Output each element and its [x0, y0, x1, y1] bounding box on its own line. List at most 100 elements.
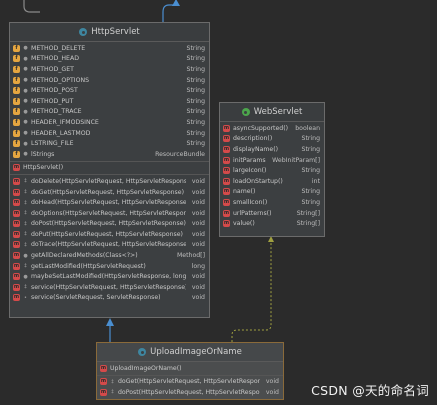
lock-icon: ● — [23, 45, 28, 52]
lock-icon: ● — [23, 66, 28, 73]
method-icon: m — [223, 209, 230, 217]
method-icon: m — [13, 177, 20, 185]
field-row[interactable]: f ● HEADER_LASTMOD String — [10, 128, 209, 139]
method-icon: m — [13, 241, 20, 249]
method-row[interactable]: m ‡ doPost(HttpServletRequest, HttpServlet… — [97, 387, 283, 398]
method-row[interactable]: m ● getAllDeclaredMethods(Class<?>) Method[… — [10, 250, 209, 261]
method-icon: m — [13, 273, 20, 281]
watermark: CSDN @天的命名词 — [311, 383, 429, 398]
method-icon: m — [13, 188, 20, 196]
private-icon: ● — [23, 252, 28, 259]
class-icon — [138, 348, 147, 356]
method-row[interactable]: m value() String[] — [220, 218, 324, 229]
method-row[interactable]: m ‡ doPut(HttpServletRequest, HttpServletR… — [10, 229, 209, 240]
protected-icon: ‡ — [24, 210, 27, 217]
protected-icon: ‡ — [24, 284, 27, 291]
method-row[interactable]: m ‡ service(HttpServletRequest, HttpServle… — [10, 282, 209, 293]
uploadimage-header: UploadImageOrName — [97, 343, 283, 362]
field-icon: f — [13, 129, 20, 137]
field-row[interactable]: f ● LSTRING_FILE String — [10, 138, 209, 149]
method-icon: m — [223, 156, 230, 164]
method-row[interactable]: m ‡ getLastModified(HttpServletRequest) lon… — [10, 261, 209, 272]
method-row[interactable]: m description() String — [220, 134, 324, 145]
method-icon: m — [223, 220, 230, 228]
method-row[interactable]: m ‡ doHead(HttpServletRequest, HttpServlet… — [10, 197, 209, 208]
protected-icon: ‡ — [111, 378, 114, 385]
method-row[interactable]: m displayName() String — [220, 144, 324, 155]
field-row[interactable]: f ● lStrings ResourceBundle — [10, 149, 209, 160]
private-icon: ● — [23, 273, 28, 280]
field-row[interactable]: f ● METHOD_TRACE String — [10, 107, 209, 118]
field-row[interactable]: f ● METHOD_DELETE String — [10, 43, 209, 54]
annotation-dependency-line — [231, 238, 272, 342]
httpservlet-constructors: m HttpServlet() — [10, 162, 209, 176]
protected-icon: ‡ — [24, 220, 27, 227]
method-icon: m — [13, 220, 20, 228]
method-row[interactable]: m ‡ doGet(HttpServletRequest, HttpServletR… — [10, 187, 209, 198]
field-row[interactable]: f ● METHOD_GET String — [10, 64, 209, 75]
field-row[interactable]: f ● METHOD_PUT String — [10, 96, 209, 107]
extends-arrowhead — [106, 318, 114, 326]
method-row[interactable]: m urlPatterns() String[] — [220, 208, 324, 219]
annotation-icon — [241, 108, 250, 116]
httpservlet-fields: f ● METHOD_DELETE String f ● METHOD_HEAD Strin… — [10, 42, 209, 162]
method-row[interactable]: m ‡ doOptions(HttpServletRequest, HttpServ… — [10, 208, 209, 219]
httpservlet-title: HttpServlet — [91, 27, 140, 37]
field-icon: f — [13, 118, 20, 126]
field-row[interactable]: f ● HEADER_IFMODSINCE String — [10, 117, 209, 128]
method-icon: m — [223, 135, 230, 143]
method-icon: m — [223, 198, 230, 206]
protected-icon: ‡ — [24, 231, 27, 238]
httpservlet-class-box[interactable]: HttpServlet f ● METHOD_DELETE String f ● METH… — [9, 22, 210, 318]
method-row[interactable]: m • service(ServletRequest, ServletRespons… — [10, 293, 209, 304]
public-icon: • — [24, 294, 27, 301]
method-row[interactable]: m ‡ doDelete(HttpServletRequest, HttpServl… — [10, 176, 209, 187]
method-row[interactable]: m ‡ doTrace(HttpServletRequest, HttpServle… — [10, 240, 209, 251]
webservlet-annotation-box[interactable]: WebServlet m asyncSupported() boolean m des… — [219, 102, 325, 237]
lock-icon: ● — [23, 87, 28, 94]
lock-icon: ● — [23, 140, 28, 147]
protected-icon: ‡ — [24, 189, 27, 196]
lock-icon: ● — [23, 119, 28, 126]
protected-icon: ‡ — [24, 241, 27, 248]
method-icon: m — [13, 230, 20, 238]
lock-icon: ● — [23, 151, 28, 158]
method-icon: m — [100, 378, 107, 386]
method-row[interactable]: m ● maybeSetLastModified(HttpServletRespon… — [10, 271, 209, 282]
method-icon: m — [223, 167, 230, 175]
method-icon: m — [223, 177, 230, 185]
webservlet-header: WebServlet — [220, 103, 324, 122]
constructor-row[interactable]: m UploadImageOrName() — [97, 363, 283, 374]
field-row[interactable]: f ● METHOD_HEAD String — [10, 54, 209, 65]
method-icon: m — [13, 252, 20, 260]
method-icon: m — [13, 199, 20, 207]
lock-icon: ● — [23, 130, 28, 137]
uploadimage-class-box[interactable]: UploadImageOrName m UploadImageOrName() m… — [96, 342, 284, 400]
method-row[interactable]: minitParams()WebInitParam[] — [220, 155, 324, 166]
field-icon: f — [13, 87, 20, 95]
lock-icon: ● — [23, 108, 28, 115]
field-icon: f — [13, 108, 20, 116]
method-row[interactable]: m name() String — [220, 187, 324, 198]
method-icon: m — [13, 209, 20, 217]
method-row[interactable]: m largeIcon() String — [220, 165, 324, 176]
field-row[interactable]: f ● METHOD_POST String — [10, 85, 209, 96]
protected-icon: ‡ — [24, 263, 27, 270]
lock-icon: ● — [23, 98, 28, 105]
uploadimage-constructors: m UploadImageOrName() — [97, 362, 283, 376]
constructor-row[interactable]: m HttpServlet() — [10, 163, 209, 174]
method-row[interactable]: m ‡ doPost(HttpServletRequest, HttpServlet… — [10, 219, 209, 230]
lock-icon: ● — [23, 55, 28, 62]
field-icon: f — [13, 150, 20, 158]
method-row[interactable]: m ‡ doGet(HttpServletRequest, HttpServletR… — [97, 377, 283, 388]
protected-icon: ‡ — [111, 389, 114, 396]
method-row[interactable]: m loadOnStartup() int — [220, 176, 324, 187]
method-row[interactable]: m asyncSupported() boolean — [220, 123, 324, 134]
field-row[interactable]: f ● METHOD_OPTIONS String — [10, 75, 209, 86]
field-icon: f — [13, 76, 20, 84]
field-icon: f — [13, 140, 20, 148]
method-icon: m — [100, 364, 107, 372]
method-row[interactable]: m smallIcon() String — [220, 197, 324, 208]
method-icon: m — [223, 188, 230, 196]
httpservlet-methods: m ‡ doDelete(HttpServletRequest, HttpServl… — [10, 175, 209, 304]
